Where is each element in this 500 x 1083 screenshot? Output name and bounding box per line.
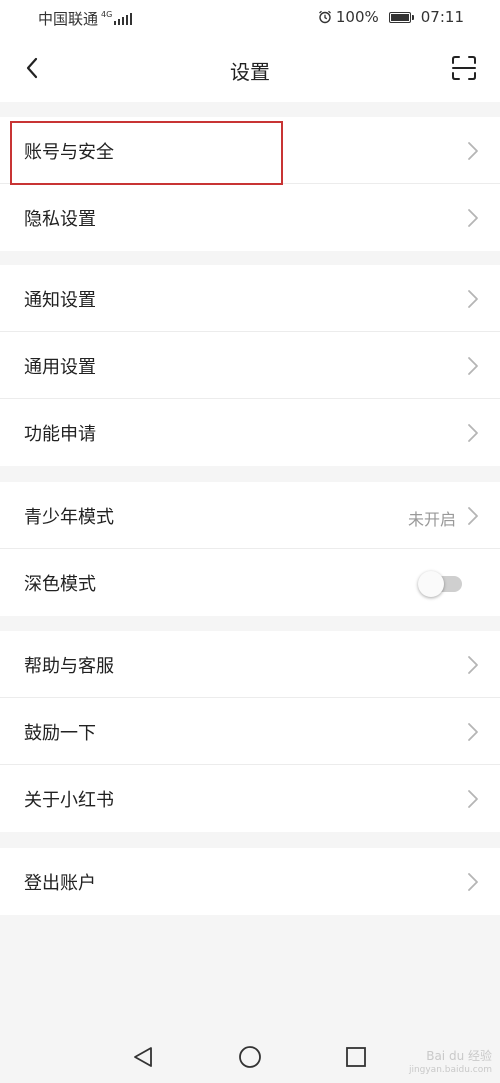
toggle-knob (418, 571, 444, 597)
settings-item-label: 登出账户 (24, 873, 96, 894)
settings-item-label: 账号与安全 (24, 142, 114, 163)
scan-icon (452, 56, 476, 80)
battery-fill (390, 13, 409, 21)
settings-screen: 中国联通 4G 100% 07:11 设置 账号与安全 隐私设置 通知设置 通用… (0, 0, 500, 1083)
teen-mode-status: 未开启 (407, 510, 456, 529)
settings-item-label: 帮助与客服 (24, 656, 114, 677)
settings-group-logout: 登出账户 (0, 848, 500, 915)
settings-item-general[interactable]: 通用设置 (0, 332, 500, 399)
watermark: Bai du 经验 jingyan.baidu.com (409, 1049, 492, 1077)
battery-icon (388, 11, 414, 23)
settings-item-label: 通用设置 (24, 357, 96, 378)
settings-group-modes: 青少年模式 未开启 深色模式 (0, 482, 500, 616)
header-bar: 设置 (0, 36, 500, 102)
signal-icon (114, 12, 133, 25)
chevron-right-icon (468, 424, 478, 442)
watermark-line2: jingyan.baidu.com (408, 1065, 492, 1075)
chevron-right-icon (468, 790, 478, 808)
battery-percent: 100% (335, 8, 379, 26)
settings-item-label: 深色模式 (24, 574, 96, 595)
settings-item-label: 功能申请 (24, 424, 96, 445)
carrier-name: 中国联通 (38, 10, 99, 28)
settings-item-encourage[interactable]: 鼓励一下 (0, 698, 500, 765)
chevron-right-icon (468, 290, 478, 308)
status-right: 100% 07:11 (318, 8, 464, 26)
settings-item-label: 鼓励一下 (24, 723, 96, 744)
chevron-right-icon (468, 507, 478, 525)
dark-mode-toggle[interactable] (418, 571, 462, 597)
system-nav-bar: Bai du 经验 jingyan.baidu.com (0, 1031, 500, 1083)
chevron-right-icon (468, 357, 478, 375)
chevron-right-icon (468, 873, 478, 891)
settings-item-label: 关于小红书 (24, 790, 114, 811)
chevron-right-icon (468, 142, 478, 160)
settings-item-teen-mode[interactable]: 青少年模式 未开启 (0, 482, 500, 549)
settings-item-label: 通知设置 (24, 290, 96, 311)
nav-home-icon[interactable] (238, 1045, 262, 1069)
settings-item-feature-request[interactable]: 功能申请 (0, 399, 500, 466)
settings-item-account-security[interactable]: 账号与安全 (0, 117, 500, 184)
clock-time: 07:11 (420, 8, 464, 26)
settings-group-general: 通知设置 通用设置 功能申请 (0, 265, 500, 466)
status-bar: 中国联通 4G 100% 07:11 (0, 0, 500, 36)
settings-group-about: 帮助与客服 鼓励一下 关于小红书 (0, 631, 500, 832)
settings-item-about[interactable]: 关于小红书 (0, 765, 500, 832)
settings-item-help[interactable]: 帮助与客服 (0, 631, 500, 698)
page-title: 设置 (230, 60, 270, 84)
chevron-right-icon (468, 656, 478, 674)
scan-button[interactable] (450, 54, 478, 82)
chevron-right-icon (468, 723, 478, 741)
settings-item-logout[interactable]: 登出账户 (0, 848, 500, 915)
settings-group-account: 账号与安全 隐私设置 (0, 117, 500, 251)
settings-item-label: 青少年模式 (24, 507, 114, 528)
settings-item-dark-mode: 深色模式 (0, 549, 500, 616)
status-left: 中国联通 4G (38, 8, 133, 29)
settings-item-notifications[interactable]: 通知设置 (0, 265, 500, 332)
chevron-right-icon (468, 209, 478, 227)
nav-recent-apps-icon[interactable] (344, 1045, 368, 1069)
network-type: 4G (101, 9, 113, 19)
settings-item-label: 隐私设置 (24, 209, 96, 230)
watermark-line1: Bai du 经验 (426, 1049, 492, 1063)
nav-back-icon[interactable] (131, 1045, 155, 1069)
alarm-icon (318, 10, 331, 24)
settings-item-privacy[interactable]: 隐私设置 (0, 184, 500, 251)
